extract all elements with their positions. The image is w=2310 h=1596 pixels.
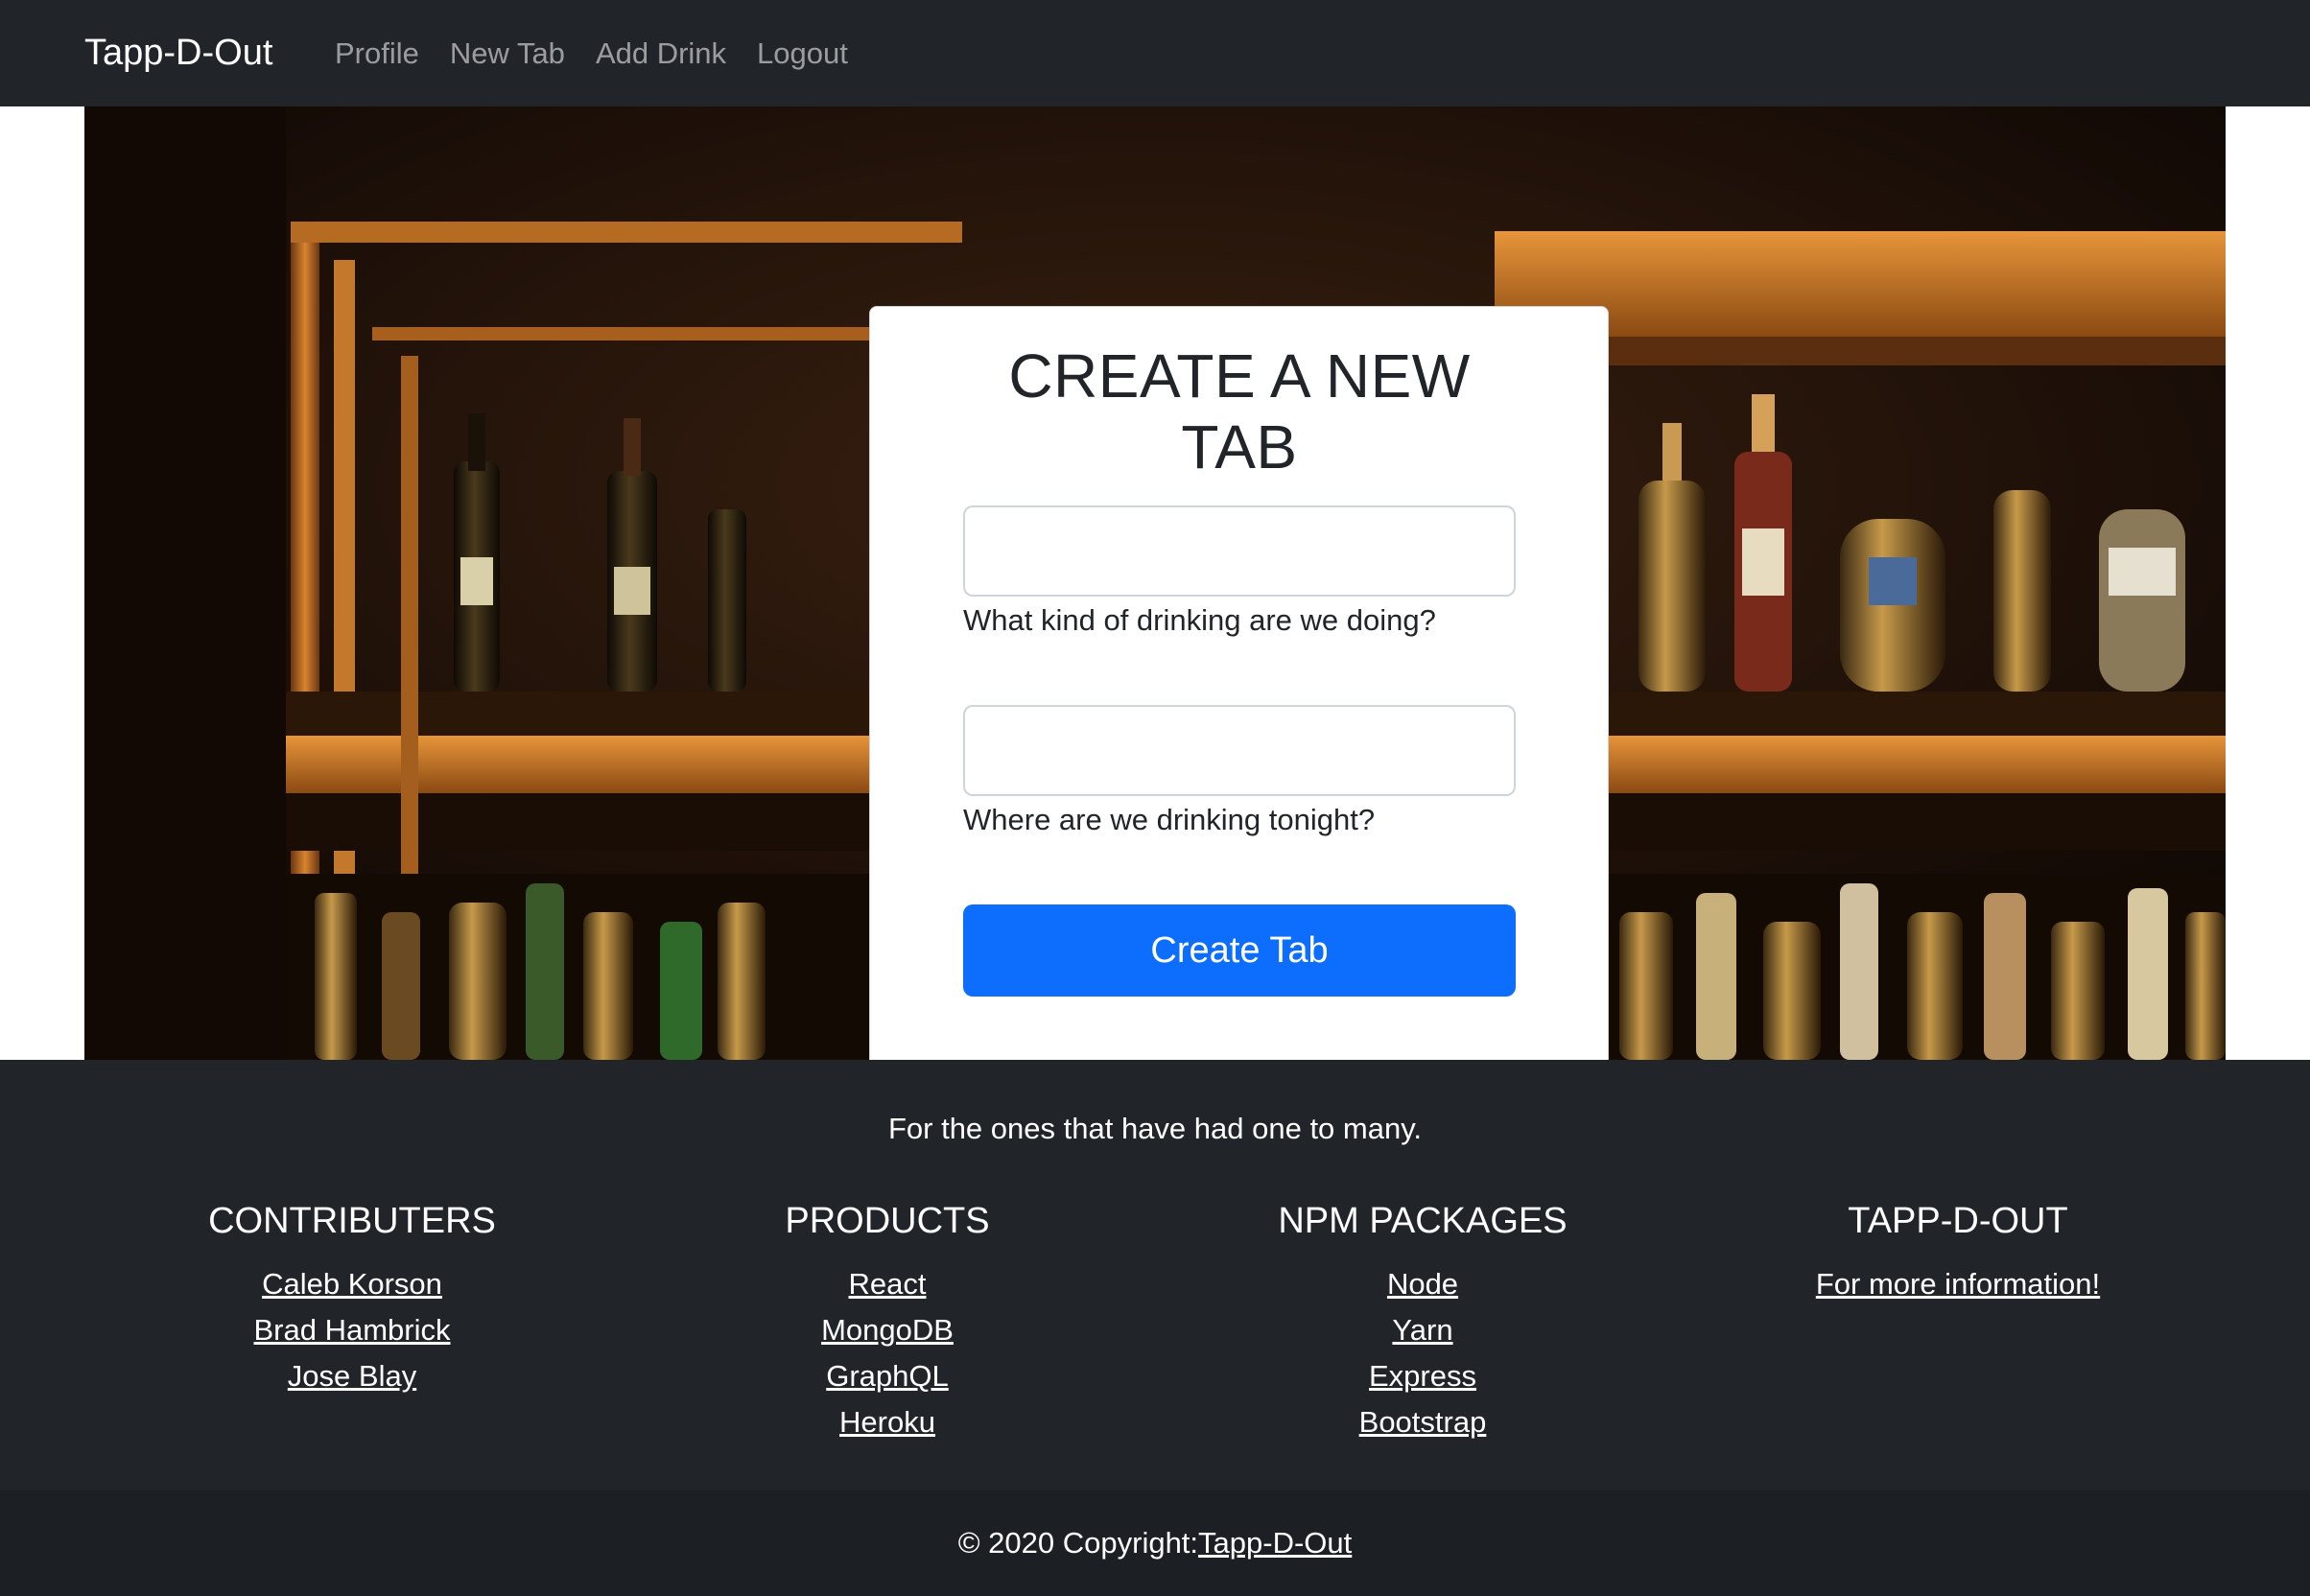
copyright-bar: © 2020 Copyright:Tapp-D-Out [0, 1490, 2310, 1596]
footer-heading: TAPP-D-OUT [1848, 1201, 2068, 1241]
create-tab-button[interactable]: Create Tab [963, 904, 1516, 997]
create-tab-card: CREATE A NEW TAB What kind of drinking a… [869, 306, 1609, 1060]
hero-section: CREATE A NEW TAB What kind of drinking a… [84, 106, 2226, 1060]
drinking-location-help: Where are we drinking tonight? [963, 803, 1376, 836]
footer-link-brad-hambrick[interactable]: Brad Hambrick [83, 1307, 621, 1353]
footer-column-npm-packages: NPM PACKAGES Node Yarn Express Bootstrap [1154, 1201, 1691, 1445]
footer-link-jose-blay[interactable]: Jose Blay [83, 1353, 621, 1399]
footer-link-react[interactable]: React [619, 1261, 1156, 1307]
footer-link-mongodb[interactable]: MongoDB [619, 1307, 1156, 1353]
footer: For the ones that have had one to many. … [0, 1060, 2310, 1490]
footer-tagline: For the ones that have had one to many. [887, 1112, 1423, 1145]
create-tab-title: CREATE A NEW TAB [1008, 341, 1471, 481]
drinking-type-input[interactable] [963, 505, 1516, 597]
footer-link-heroku[interactable]: Heroku [619, 1399, 1156, 1445]
nav-links: Profile New Tab Add Drink Logout [335, 0, 879, 106]
footer-link-bootstrap[interactable]: Bootstrap [1154, 1399, 1691, 1445]
footer-link-more-info[interactable]: For more information! [1689, 1261, 2227, 1307]
copyright-text: © 2020 Copyright: [957, 1526, 1199, 1560]
footer-heading: CONTRIBUTERS [208, 1201, 496, 1241]
footer-link-graphql[interactable]: GraphQL [619, 1353, 1156, 1399]
footer-link-node[interactable]: Node [1154, 1261, 1691, 1307]
brand-logo-link[interactable]: Tapp-D-Out [84, 0, 272, 106]
footer-link-yarn[interactable]: Yarn [1154, 1307, 1691, 1353]
footer-column-products: PRODUCTS React MongoDB GraphQL Heroku [619, 1201, 1156, 1445]
nav-link-logout[interactable]: Logout [757, 0, 848, 106]
drinking-location-input[interactable] [963, 705, 1516, 796]
footer-column-contributers: CONTRIBUTERS Caleb Korson Brad Hambrick … [83, 1201, 621, 1399]
footer-link-express[interactable]: Express [1154, 1353, 1691, 1399]
nav-link-profile[interactable]: Profile [335, 0, 419, 106]
footer-heading: NPM PACKAGES [1278, 1201, 1568, 1241]
footer-link-caleb-korson[interactable]: Caleb Korson [83, 1261, 621, 1307]
nav-link-add-drink[interactable]: Add Drink [596, 0, 726, 106]
footer-heading: PRODUCTS [785, 1201, 990, 1241]
copyright-link[interactable]: Tapp-D-Out [1198, 1526, 1352, 1560]
top-navbar: Tapp-D-Out Profile New Tab Add Drink Log… [0, 0, 2310, 106]
footer-column-tapp-d-out: TAPP-D-OUT For more information! [1689, 1201, 2227, 1307]
drinking-type-help: What kind of drinking are we doing? [963, 603, 1436, 637]
nav-link-new-tab[interactable]: New Tab [450, 0, 565, 106]
